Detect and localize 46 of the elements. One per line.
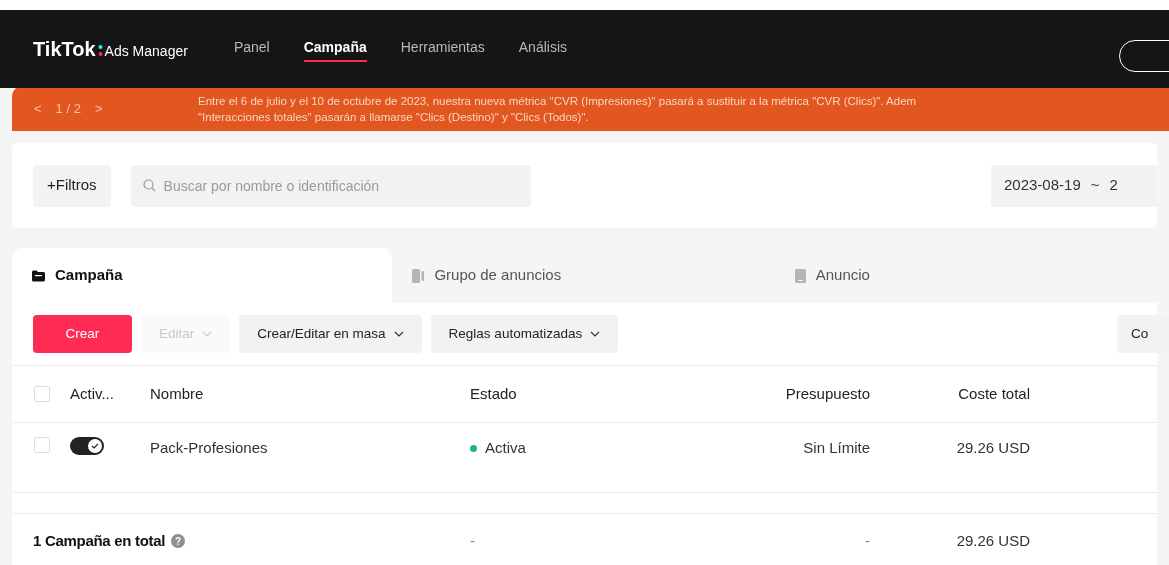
create-button[interactable]: Crear [33, 315, 132, 353]
ad-group-icon [412, 268, 425, 283]
logo-dots-icon [97, 44, 103, 56]
column-header: Estado [470, 383, 518, 404]
date-separator: ~ [1090, 175, 1100, 196]
page-counter: 1 / 2 [55, 99, 81, 118]
chevron-down-icon [590, 331, 601, 337]
total-label: 1 Campaña en total [33, 530, 166, 551]
date-range-picker[interactable]: 2023-08-19 ~ 2 [991, 164, 1157, 207]
table-cell-text: Pack-Profesiones [150, 438, 269, 458]
start-date: 2023-08-19 [1004, 175, 1081, 196]
table-cell-text: Activa [485, 438, 526, 458]
dropdown-button[interactable]: Crear/Editar en masa [239, 315, 422, 353]
nav-tab[interactable]: Análisis [518, 36, 567, 62]
check-icon [91, 443, 99, 449]
tab[interactable]: Anuncio [774, 248, 1157, 303]
notice-text: Entre el 6 de julio y el 10 de octubre de 2023, nuestra nueva métrica "CVR (Impresiones)" pasará a sustituir a la métrica "CVR (Clics)". Adem [198, 93, 917, 109]
nav-tab[interactable]: Herramientas [400, 36, 485, 62]
column-header: Coste total [957, 383, 1031, 404]
nav-tab[interactable]: Campaña [303, 36, 367, 62]
filters-button[interactable]: +Filtros [33, 164, 111, 207]
search-field[interactable]: Buscar por nombre o identificación [130, 164, 531, 207]
select-all-checkbox[interactable] [34, 386, 50, 402]
row-checkbox[interactable] [34, 437, 50, 453]
table-cell-text: - [470, 530, 476, 551]
chevron-down-icon [393, 331, 404, 337]
table-cell-text: 29.26 USD [955, 438, 1031, 458]
logo: TikTok [33, 37, 96, 62]
end-date: 2 [1109, 175, 1118, 196]
column-header: Presupuesto [784, 383, 871, 404]
column-header: Nombre [150, 383, 205, 404]
chevron-down-icon [202, 331, 213, 337]
column-header: Activ... [70, 383, 115, 404]
table-cell-text: - [864, 530, 871, 551]
tab[interactable]: Grupo de anuncios [392, 248, 775, 303]
notice-text: "Interacciones totales" pasarán a llamarse "Clics (Destino)" y "Clics (Todos)". [198, 109, 590, 125]
search-icon [142, 178, 156, 192]
nav-tab[interactable]: Panel [233, 36, 270, 62]
table-cell-text: 29.26 USD [955, 530, 1031, 551]
table-cell-text: Sin Límite [802, 438, 871, 458]
ad-icon [794, 268, 806, 283]
dropdown-button[interactable]: Reglas automatizadas [430, 315, 619, 353]
status-toggle[interactable] [70, 437, 104, 455]
tab[interactable]: Campaña [12, 248, 393, 303]
logo-subtitle: Ads Manager [104, 42, 188, 61]
folder-icon [32, 269, 45, 282]
